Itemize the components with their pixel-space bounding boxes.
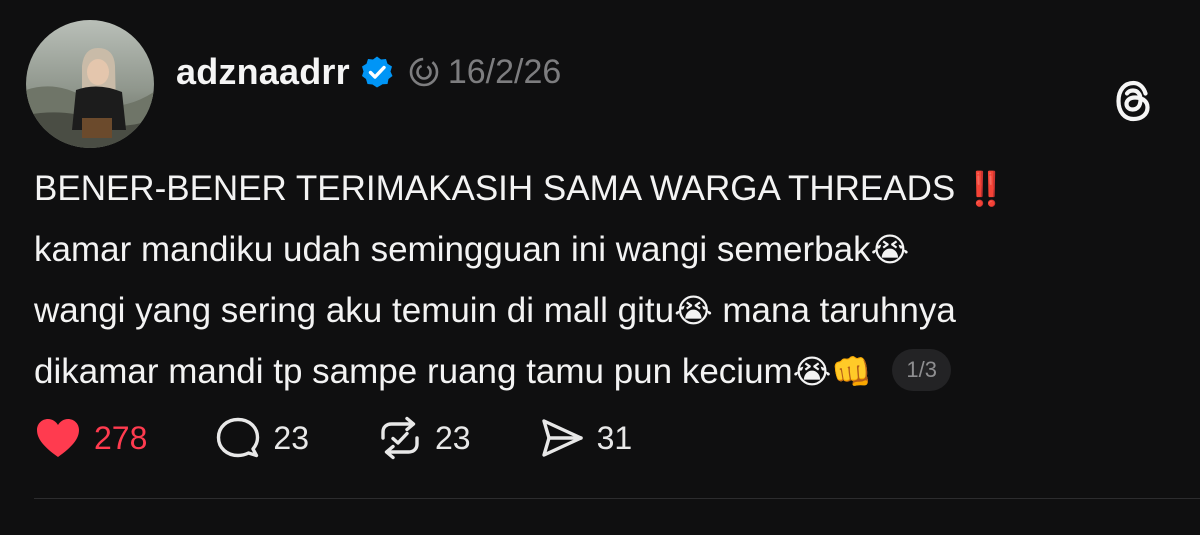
post-line: BENER-BENER TERIMAKASIH SAMA WARGA THREA…: [34, 158, 1184, 219]
like-button[interactable]: 278: [34, 416, 147, 460]
share-count: 31: [596, 419, 633, 456]
crying-face-emoji: 😭: [792, 353, 832, 390]
post-body: BENER-BENER TERIMAKASIH SAMA WARGA THREA…: [34, 158, 1184, 402]
like-count: 278: [94, 419, 148, 456]
spiral-icon: [408, 56, 440, 88]
post-line: kamar mandiku udah seminggu­an ini wangi…: [34, 219, 1184, 280]
post-line: wangi yang sering aku temuin di mall git…: [34, 280, 1184, 341]
post-line: dikamar mandi tp sampe ruang tamu pun ke…: [34, 341, 1184, 402]
send-icon: [541, 419, 583, 457]
repost-button[interactable]: 23: [377, 416, 471, 460]
comment-bubble-icon: [217, 417, 260, 458]
crying-face-emoji: 😭: [870, 231, 910, 268]
post-timestamp: 16/2/26: [447, 52, 562, 91]
post-line-text: wangi yang sering aku temuin di mall git…: [34, 291, 675, 330]
avatar[interactable]: [26, 20, 154, 148]
username[interactable]: adznaadrr: [176, 51, 350, 93]
repost-icon: [381, 416, 419, 460]
post-line-text: BENER-BENER TERIMAKASIH SAMA WARGA THREA…: [34, 169, 956, 208]
reply-count: 23: [273, 419, 309, 456]
carousel-page-indicator[interactable]: 1/3: [892, 348, 951, 391]
reply-button[interactable]: 23: [215, 416, 309, 460]
double-exclamation-emoji: ‼️: [964, 170, 1007, 207]
post-divider: [34, 498, 1200, 499]
fist-emoji: 👊: [831, 353, 873, 390]
action-bar: 278 23 23 31: [34, 414, 700, 462]
repost-count: 23: [434, 419, 471, 456]
avatar-image: [26, 20, 154, 148]
post-line-text: kamar mandiku udah seminggu­an ini wangi…: [34, 230, 871, 269]
threads-logo-icon[interactable]: [1112, 78, 1156, 124]
share-button[interactable]: 31: [539, 416, 633, 460]
heart-icon: [37, 419, 79, 457]
post-line-text: dikamar mandi tp sampe ruang tamu pun ke…: [34, 352, 793, 391]
post-line-text: mana taruhnya: [722, 291, 956, 330]
crying-face-emoji: 😭: [674, 292, 713, 329]
post-header: adznaadrr 16/2/26: [176, 48, 561, 96]
verified-badge-icon: [360, 55, 394, 89]
